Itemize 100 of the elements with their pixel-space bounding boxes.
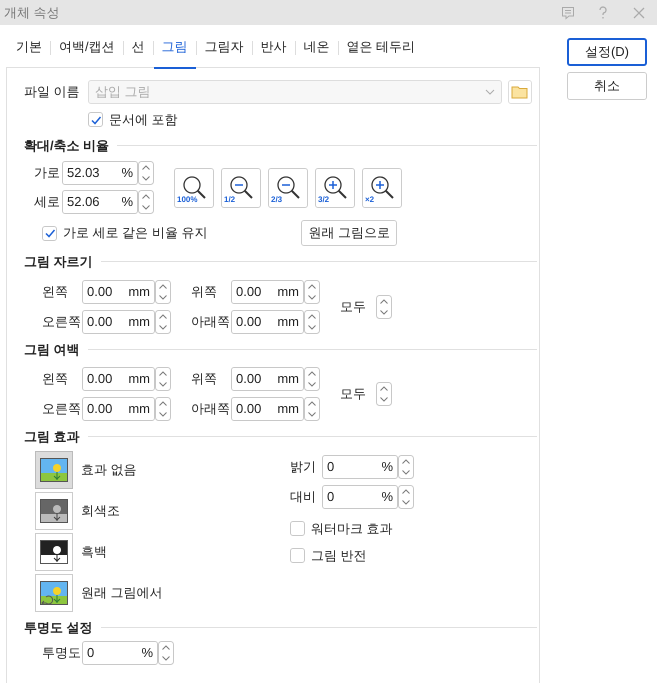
field-label: 위쪽 <box>191 282 218 301</box>
field-value: 0 <box>327 488 336 506</box>
field-label: 파일 이름 <box>24 83 81 102</box>
number-field[interactable]: 0.00 mm <box>231 397 304 421</box>
number-field[interactable]: 0.00 mm <box>82 280 155 304</box>
number-field[interactable]: 0.00 mm <box>231 280 304 304</box>
unit-label: % <box>141 644 153 662</box>
effect-option[interactable]: 회색조 <box>35 492 290 530</box>
unit-label: mm <box>128 312 150 331</box>
unit-label: % <box>121 193 133 212</box>
field-value: 0.00 <box>236 312 262 331</box>
number-field[interactable]: 52.03 % <box>62 161 138 185</box>
dialog-button[interactable]: 취소 <box>567 72 647 100</box>
section-title: 그림 효과 <box>24 428 80 446</box>
checkbox[interactable] <box>42 226 57 240</box>
unit-label: % <box>381 458 393 476</box>
zoom-button[interactable]: 100% <box>174 168 214 208</box>
number-field[interactable]: 0 % <box>322 484 398 508</box>
zoom-factor: 3/2 <box>318 196 330 204</box>
spin-button[interactable] <box>376 294 392 318</box>
spin-button[interactable] <box>155 280 171 304</box>
tab[interactable]: 네온 <box>296 27 338 69</box>
field-label: 투명도 <box>42 644 82 662</box>
dropdown-caret-icon <box>485 89 495 95</box>
spin-button[interactable] <box>376 382 392 406</box>
number-field[interactable]: 0.00 mm <box>231 310 304 334</box>
comment-icon[interactable] <box>561 6 575 20</box>
number-field[interactable]: 0.00 mm <box>231 367 304 391</box>
field-value: 52.03 <box>67 164 101 182</box>
number-field[interactable]: 0 % <box>322 454 398 478</box>
spin-button[interactable] <box>304 367 320 391</box>
spin-button[interactable] <box>304 310 320 334</box>
spin-button[interactable] <box>304 397 320 421</box>
effect-option[interactable]: 효과 없음 <box>35 450 290 488</box>
unit-label: mm <box>128 370 150 388</box>
number-field[interactable]: 0.00 mm <box>82 397 155 421</box>
spin-button[interactable] <box>398 484 414 508</box>
tab[interactable]: 여백/캡션 <box>51 27 123 69</box>
field-value: 0.00 <box>87 282 114 301</box>
spin-button[interactable] <box>155 397 171 421</box>
field-label: 위쪽 <box>191 370 218 388</box>
number-field[interactable]: 0.00 mm <box>82 310 155 334</box>
checkbox[interactable] <box>290 520 305 536</box>
field-value: 0.00 <box>236 400 262 418</box>
field-label: 세로 <box>34 193 61 212</box>
all-label: 모두 <box>340 385 366 404</box>
spin-button[interactable] <box>158 641 174 665</box>
tab[interactable]: 그림자 <box>196 27 252 69</box>
section-title: 그림 자르기 <box>24 253 93 271</box>
zoom-factor: 1/2 <box>224 196 236 204</box>
tab[interactable]: 옅은 테두리 <box>338 27 424 69</box>
checkbox-label: 워터마크 효과 <box>311 520 393 538</box>
field-label: 아래쪽 <box>191 312 231 331</box>
folder-button[interactable] <box>508 80 532 104</box>
zoom-button[interactable]: 2/3 <box>268 168 308 208</box>
original-size-button[interactable]: 원래 그림으로 <box>301 220 397 246</box>
checkbox[interactable] <box>88 112 103 128</box>
close-icon[interactable] <box>633 6 645 18</box>
tab[interactable]: 선 <box>124 27 153 69</box>
spin-button[interactable] <box>304 280 320 304</box>
picture-effect-icon <box>40 458 68 482</box>
zoom-factor: 2/3 <box>271 196 282 204</box>
number-field[interactable]: 52.06 % <box>62 190 138 214</box>
unit-label: mm <box>128 400 150 418</box>
effect-option[interactable]: 흑백 <box>35 532 290 570</box>
field-value: 52.06 <box>67 193 101 212</box>
zoom-factor: 100% <box>177 196 198 204</box>
field-label: 밝기 <box>290 458 317 476</box>
unit-label: mm <box>128 282 150 301</box>
number-field[interactable]: 0 % <box>82 641 158 665</box>
number-field[interactable]: 0.00 mm <box>82 367 155 391</box>
window-title: 개체 속성 <box>4 4 61 22</box>
zoom-button[interactable]: 1/2 <box>221 168 261 208</box>
unit-label: mm <box>277 370 299 388</box>
zoom-button[interactable]: ×2 <box>362 168 402 208</box>
field-label: 오른쪽 <box>42 312 82 331</box>
unit-label: mm <box>277 400 299 418</box>
zoom-factor: ×2 <box>365 196 374 204</box>
spin-button[interactable] <box>155 367 171 391</box>
help-icon[interactable] <box>597 6 609 20</box>
tab[interactable]: 반사 <box>252 27 295 69</box>
spin-button[interactable] <box>138 161 154 185</box>
spin-button[interactable] <box>398 454 414 478</box>
spin-button[interactable] <box>138 190 154 214</box>
picture-effect-icon <box>40 540 68 564</box>
section-title: 확대/축소 비율 <box>24 136 110 154</box>
checkbox-label: 가로 세로 같은 비율 유지 <box>63 224 208 242</box>
field-label: 가로 <box>34 164 61 182</box>
tab[interactable]: 기본 <box>8 27 50 69</box>
zoom-button[interactable]: 3/2 <box>315 168 355 208</box>
folder-icon <box>511 85 529 99</box>
effect-option[interactable]: 원래 그림에서 <box>35 574 290 612</box>
checkbox-label: 문서에 포함 <box>109 111 178 129</box>
field-label: 왼쪽 <box>42 370 69 388</box>
all-label: 모두 <box>340 298 366 316</box>
spin-button[interactable] <box>155 310 171 334</box>
field-value: 0 <box>327 458 336 476</box>
section-title: 그림 여백 <box>24 340 80 358</box>
checkbox[interactable] <box>290 548 305 564</box>
dialog-button[interactable]: 설정(D) <box>567 38 647 66</box>
